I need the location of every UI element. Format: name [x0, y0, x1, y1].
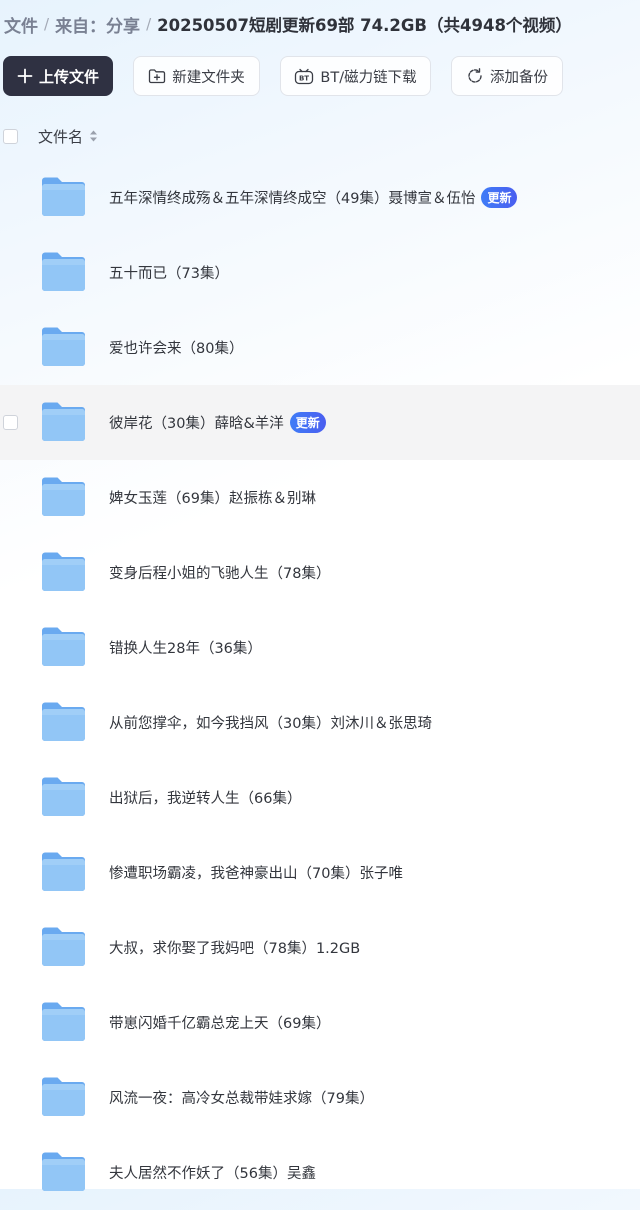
folder-icon [40, 1076, 87, 1118]
update-badge: 更新 [289, 412, 326, 433]
folder-icon [40, 551, 87, 593]
file-name-label: 彼岸花（30集）薛晗&羊洋 [109, 416, 284, 432]
file-name-label: 五年深情终成殇＆五年深情终成空（49集）聂博宣＆伍怡 [109, 191, 476, 207]
bt-download-button[interactable]: BT BT/磁力链下载 [280, 56, 431, 96]
list-header: 文件名 [0, 120, 640, 152]
file-name-label: 错换人生28年（36集） [109, 641, 262, 657]
folder-icon [40, 926, 87, 968]
file-name[interactable]: 爱也许会来（80集） [109, 310, 243, 385]
file-name[interactable]: 带崽闪婚千亿霸总宠上天（69集） [109, 985, 330, 1060]
file-name[interactable]: 变身后程小姐的飞驰人生（78集） [109, 535, 330, 610]
file-name[interactable]: 从前您撑伞，如今我挡风（30集）刘沐川＆张思琦 [109, 685, 432, 760]
table-row[interactable]: 错换人生28年（36集） [0, 610, 640, 685]
file-name[interactable]: 五十而已（73集） [109, 235, 229, 310]
file-name[interactable]: 夫人居然不作妖了（56集）吴鑫 [109, 1135, 316, 1210]
file-name[interactable]: 错换人生28年（36集） [109, 610, 262, 685]
new-folder-button-label: 新建文件夹 [172, 69, 245, 86]
bt-download-button-label: BT/磁力链下载 [320, 69, 417, 86]
toolbar: 上传文件 新建文件夹 BT BT/磁力链下载 添加备份 [3, 56, 640, 96]
table-row[interactable]: 大叔，求你娶了我妈吧（78集）1.2GB [0, 910, 640, 985]
file-name[interactable]: 风流一夜：高冷女总裁带娃求嫁（79集） [109, 1060, 374, 1135]
table-row[interactable]: 婢女玉莲（69集）赵振栋＆别琳 [0, 460, 640, 535]
folder-icon [40, 851, 87, 893]
table-row[interactable]: 带崽闪婚千亿霸总宠上天（69集） [0, 985, 640, 1060]
breadcrumb: 文件 / 来自：分享 / 20250507短剧更新69部 74.2GB（共494… [4, 10, 640, 38]
file-name[interactable]: 惨遭职场霸凌，我爸神豪出山（70集）张子唯 [109, 835, 403, 910]
file-name[interactable]: 彼岸花（30集）薛晗&羊洋 更新 [109, 385, 326, 460]
column-header-label: 文件名 [38, 127, 84, 146]
file-name-label: 带崽闪婚千亿霸总宠上天（69集） [109, 1016, 331, 1032]
file-name-label: 惨遭职场霸凌，我爸神豪出山（70集）张子唯 [109, 866, 403, 882]
file-name[interactable]: 五年深情终成殇＆五年深情终成空（49集）聂博宣＆伍怡 更新 [109, 160, 518, 235]
folder-icon [40, 701, 87, 743]
file-name-label: 五十而已（73集） [109, 266, 229, 282]
folder-icon [40, 1001, 87, 1043]
folder-icon [40, 401, 87, 443]
folder-icon [40, 776, 87, 818]
page-title: 20250507短剧更新69部 74.2GB（共4948个视频） [157, 16, 572, 35]
table-row[interactable]: 五十而已（73集） [0, 235, 640, 310]
file-name-label: 风流一夜：高冷女总裁带娃求嫁（79集） [109, 1091, 374, 1107]
folder-icon [40, 1151, 87, 1193]
bt-icon: BT [294, 67, 314, 85]
refresh-icon [466, 67, 484, 85]
breadcrumb-item-files[interactable]: 文件 [4, 12, 38, 37]
folder-icon [40, 476, 87, 518]
table-row[interactable]: 五年深情终成殇＆五年深情终成空（49集）聂博宣＆伍怡 更新 [0, 160, 640, 235]
folder-plus-icon [148, 68, 166, 84]
table-row[interactable]: 从前您撑伞，如今我挡风（30集）刘沐川＆张思琦 [0, 685, 640, 760]
plus-icon [17, 68, 33, 84]
new-folder-button[interactable]: 新建文件夹 [133, 56, 260, 96]
file-name-label: 爱也许会来（80集） [109, 341, 244, 357]
table-row[interactable]: 出狱后，我逆转人生（66集） [0, 760, 640, 835]
column-header-filename[interactable]: 文件名 [38, 126, 98, 147]
table-row[interactable]: 风流一夜：高冷女总裁带娃求嫁（79集） [0, 1060, 640, 1135]
table-row[interactable]: 变身后程小姐的飞驰人生（78集） [0, 535, 640, 610]
file-name[interactable]: 大叔，求你娶了我妈吧（78集）1.2GB [109, 910, 360, 985]
file-name-label: 大叔，求你娶了我妈吧（78集）1.2GB [109, 941, 361, 957]
file-name-label: 出狱后，我逆转人生（66集） [109, 791, 302, 807]
folder-icon [40, 251, 87, 293]
file-name-label: 婢女玉莲（69集）赵振栋＆别琳 [109, 491, 316, 507]
add-backup-button-label: 添加备份 [490, 69, 548, 86]
sort-icon[interactable] [89, 129, 98, 143]
table-row[interactable]: 夫人居然不作妖了（56集）吴鑫 [0, 1135, 640, 1210]
update-badge: 更新 [481, 187, 518, 208]
breadcrumb-separator: / [44, 15, 50, 33]
upload-button-label: 上传文件 [38, 67, 99, 86]
breadcrumb-separator: / [146, 15, 152, 33]
file-name[interactable]: 出狱后，我逆转人生（66集） [109, 760, 301, 835]
svg-text:BT: BT [299, 75, 309, 83]
folder-icon [40, 176, 87, 218]
file-name-label: 夫人居然不作妖了（56集）吴鑫 [109, 1166, 316, 1182]
file-name-label: 变身后程小姐的飞驰人生（78集） [109, 566, 331, 582]
breadcrumb-item-shared[interactable]: 来自：分享 [55, 12, 140, 37]
file-list: 五年深情终成殇＆五年深情终成空（49集）聂博宣＆伍怡 更新 五十而已（73集） 爱也许… [0, 160, 640, 1210]
table-row[interactable]: 爱也许会来（80集） [0, 310, 640, 385]
row-checkbox[interactable] [3, 415, 18, 430]
folder-icon [40, 626, 87, 668]
select-all-checkbox[interactable] [3, 128, 18, 144]
upload-button[interactable]: 上传文件 [3, 56, 113, 96]
file-name[interactable]: 婢女玉莲（69集）赵振栋＆别琳 [109, 460, 316, 535]
file-name-label: 从前您撑伞，如今我挡风（30集）刘沐川＆张思琦 [109, 716, 432, 732]
folder-icon [40, 326, 87, 368]
add-backup-button[interactable]: 添加备份 [451, 56, 563, 96]
table-row[interactable]: 彼岸花（30集）薛晗&羊洋 更新 [0, 385, 640, 460]
table-row[interactable]: 惨遭职场霸凌，我爸神豪出山（70集）张子唯 [0, 835, 640, 910]
